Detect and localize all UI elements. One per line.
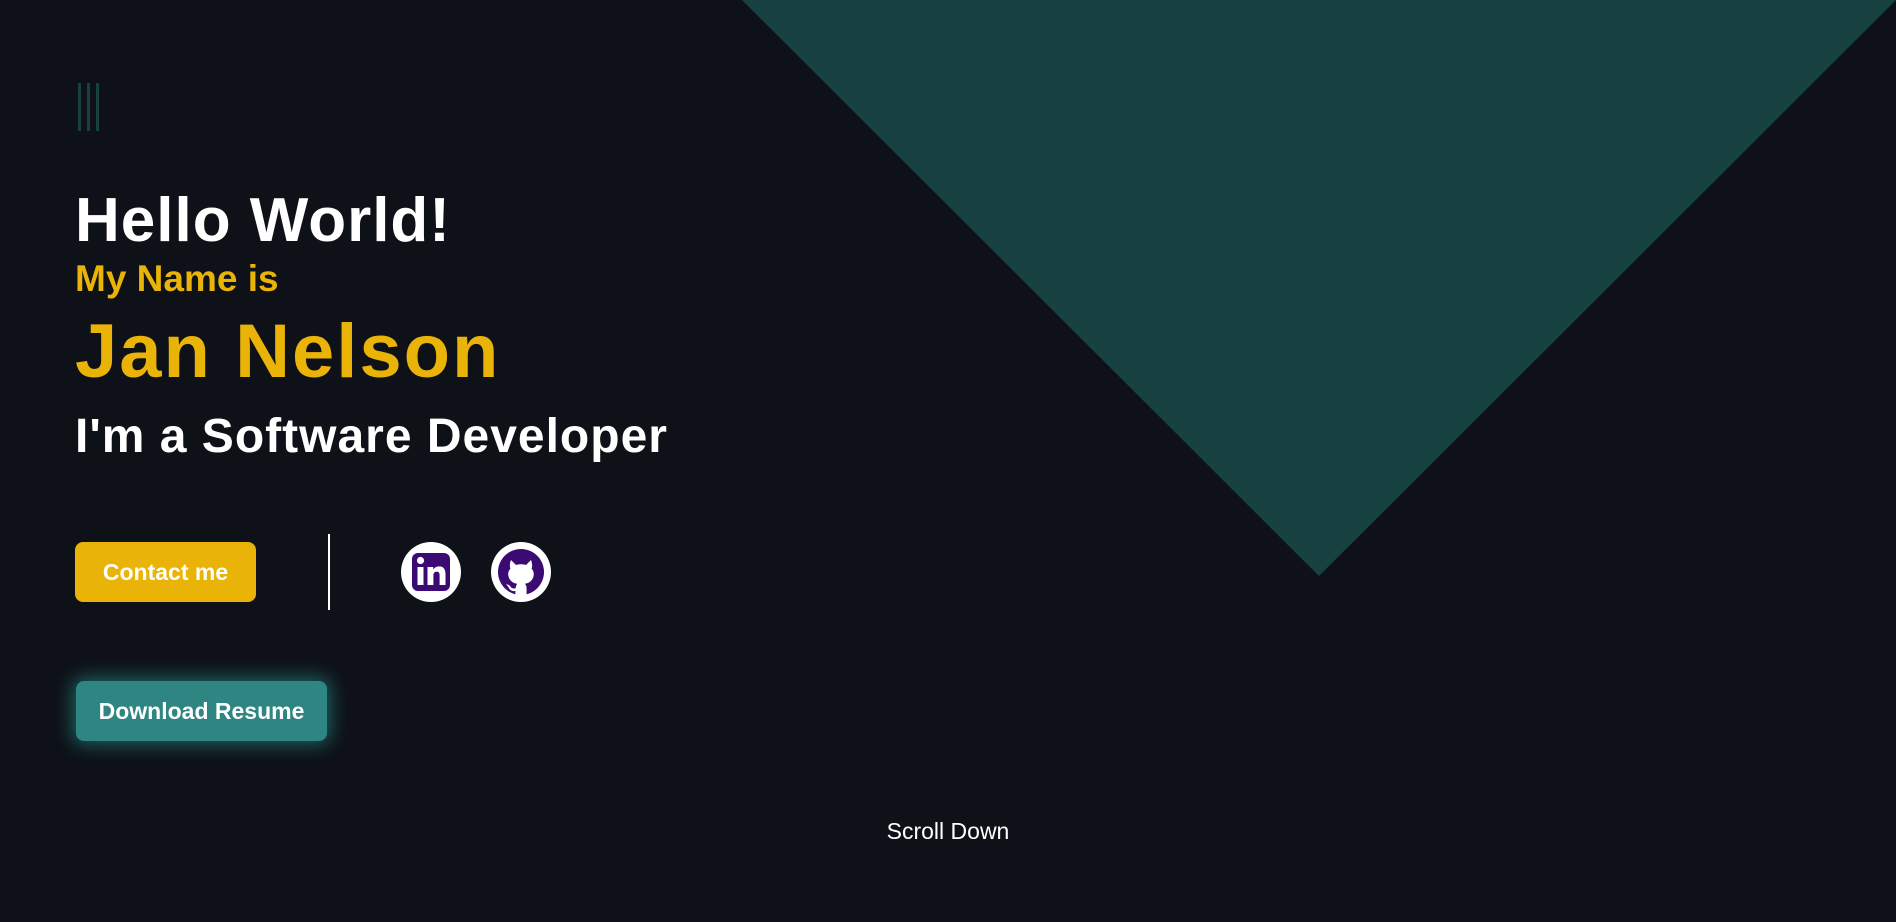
hero-text: Hello World! My Name is Jan Nelson I'm a…	[75, 186, 668, 472]
vertical-divider	[328, 534, 330, 610]
role-heading: I'm a Software Developer	[75, 410, 668, 463]
menu-icon-bar	[78, 83, 81, 131]
linkedin-icon	[412, 553, 450, 591]
linkedin-link[interactable]	[401, 542, 461, 602]
download-resume-button[interactable]: Download Resume	[76, 681, 327, 741]
contact-button[interactable]: Contact me	[75, 542, 256, 602]
portfolio-hero-page: Hello World! My Name is Jan Nelson I'm a…	[0, 0, 1896, 922]
intro-text: My Name is	[75, 258, 279, 299]
menu-icon-bar	[96, 83, 99, 131]
hero-actions: Contact me	[75, 534, 551, 610]
greeting-heading: Hello World!	[75, 186, 451, 255]
github-icon	[498, 549, 544, 595]
menu-icon-bar	[87, 83, 90, 131]
scroll-down-link[interactable]: Scroll Down	[0, 818, 1896, 845]
name-heading: Jan Nelson	[75, 309, 501, 394]
github-link[interactable]	[491, 542, 551, 602]
menu-icon[interactable]	[78, 83, 110, 131]
